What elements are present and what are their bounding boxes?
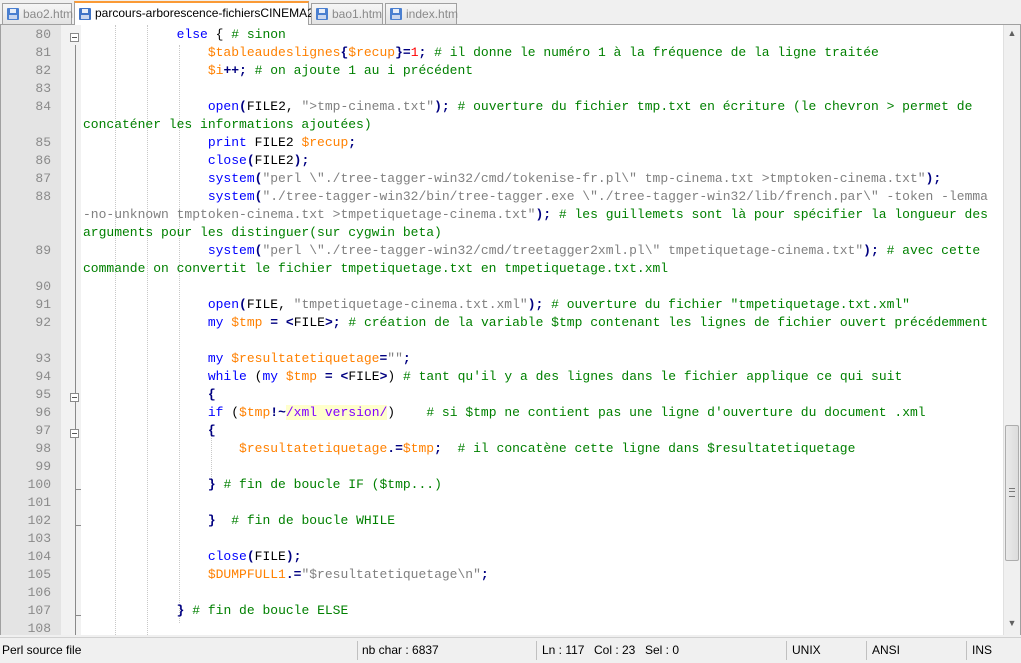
line-number: 86	[35, 153, 51, 168]
tab-parcours-arborescence[interactable]: parcours-arborescence-fichiersCINEMA2.pl	[74, 1, 326, 25]
line-number: 91	[35, 297, 51, 312]
fold-end-marker	[75, 615, 81, 616]
line-number: 94	[35, 369, 51, 384]
code-line: my $tmp = <FILE>; # création de la varia…	[207, 315, 989, 330]
line-number: 92	[35, 315, 51, 330]
line-number: 84	[35, 99, 51, 114]
status-eol: UNIX	[792, 643, 821, 657]
line-number: 89	[35, 243, 51, 258]
code-line: if ($tmp!~/xml version/) # si $tmp ne co…	[207, 405, 926, 420]
line-number: 87	[35, 171, 51, 186]
tab-label: index.htm	[406, 7, 459, 21]
line-number: 101	[27, 495, 51, 510]
fold-end-marker	[75, 525, 81, 526]
line-number: 85	[35, 135, 51, 150]
arrow-down-icon[interactable]: ▼	[1004, 615, 1020, 632]
line-number: 108	[27, 621, 51, 635]
tab-bar: bao2.htm parcours-arborescence-fichiersC…	[0, 0, 1021, 25]
saved-file-icon	[79, 8, 91, 20]
code-line: system("./tree-tagger-win32/bin/tree-tag…	[83, 189, 996, 240]
status-file-type: Perl source file	[2, 643, 82, 657]
line-number: 97	[35, 423, 51, 438]
status-bar: Perl source file nb char : 6837 Ln : 117…	[0, 637, 1021, 661]
code-line: $tableaudeslignes{$recup}=1; # il donne …	[207, 45, 879, 60]
tab-label: bao2.htm	[23, 7, 74, 21]
fold-end-marker	[75, 489, 81, 490]
saved-file-icon	[316, 8, 328, 20]
tab-label: parcours-arborescence-fichiersCINEMA2.pl	[95, 6, 327, 20]
line-number: 83	[35, 81, 51, 96]
line-number: 95	[35, 387, 51, 402]
scrollbar-thumb[interactable]	[1005, 425, 1019, 561]
code-line: open(FILE2, ">tmp-cinema.txt"); # ouvert…	[83, 99, 981, 132]
grip-icon	[1009, 488, 1015, 497]
fold-line	[75, 45, 76, 635]
status-insert-mode: INS	[972, 643, 993, 657]
fold-margin	[61, 25, 81, 635]
line-number: 107	[27, 603, 51, 618]
code-line: system("perl \"./tree-tagger-win32/cmd/t…	[207, 171, 942, 186]
code-line: $resultatetiquetage.=$tmp; # il concatèn…	[239, 441, 856, 456]
code-line: print FILE2 $recup;	[207, 135, 357, 150]
fold-toggle-97[interactable]	[70, 429, 79, 438]
line-number: 102	[27, 513, 51, 528]
code-line: $DUMPFULL1.="$resultatetiquetage\n";	[207, 567, 489, 582]
status-encoding: ANSI	[872, 643, 901, 657]
line-number: 103	[27, 531, 51, 546]
line-number: 88	[35, 189, 51, 204]
line-number: 96	[35, 405, 51, 420]
tab-bao1[interactable]: bao1.htm	[311, 3, 383, 24]
line-number: 106	[27, 585, 51, 600]
code-line: $i++; # on ajoute 1 au i précédent	[207, 63, 474, 78]
saved-file-icon	[7, 8, 19, 20]
fold-toggle-80[interactable]	[70, 33, 79, 42]
line-number: 99	[35, 459, 51, 474]
line-number: 104	[27, 549, 51, 564]
line-number: 100	[27, 477, 51, 492]
code-line: close(FILE);	[207, 549, 302, 564]
code-line: else { # sinon	[176, 27, 286, 42]
fold-toggle-95[interactable]	[70, 393, 79, 402]
status-column: Col : 23	[594, 643, 636, 657]
line-number: 90	[35, 279, 51, 294]
status-char-count: nb char : 6837	[362, 643, 439, 657]
code-editor[interactable]: 80 81 82 83 84 85 86 87 88 89 90 91 92 9…	[0, 25, 1021, 635]
line-number: 80	[35, 27, 51, 42]
vertical-scrollbar[interactable]: ▲ ▼	[1003, 25, 1020, 635]
code-line: system("perl \"./tree-tagger-win32/cmd/t…	[83, 243, 988, 276]
code-line: } # fin de boucle IF ($tmp...)	[207, 477, 442, 492]
tab-label: bao1.htm	[332, 7, 383, 21]
code-line: close(FILE2);	[207, 153, 310, 168]
code-line: {	[207, 423, 216, 438]
code-line: {	[207, 387, 216, 402]
code-line: } # fin de boucle WHILE	[207, 513, 396, 528]
line-number: 81	[35, 45, 51, 60]
tab-bao2[interactable]: bao2.htm	[2, 3, 74, 24]
tab-index[interactable]: index.htm	[385, 3, 459, 24]
code-line: } # fin de boucle ELSE	[176, 603, 349, 618]
code-line: open(FILE, "tmpetiquetage-cinema.txt.xml…	[207, 297, 910, 312]
saved-file-icon	[390, 8, 402, 20]
line-number: 98	[35, 441, 51, 456]
status-line: Ln : 117	[542, 643, 585, 657]
line-number: 93	[35, 351, 51, 366]
line-number: 105	[27, 567, 51, 582]
arrow-up-icon[interactable]: ▲	[1004, 25, 1020, 42]
line-number: 82	[35, 63, 51, 78]
status-selection: Sel : 0	[645, 643, 680, 657]
code-line: my $resultatetiquetage="";	[207, 351, 411, 366]
code-line: while (my $tmp = <FILE>) # tant qu'il y …	[207, 369, 903, 384]
